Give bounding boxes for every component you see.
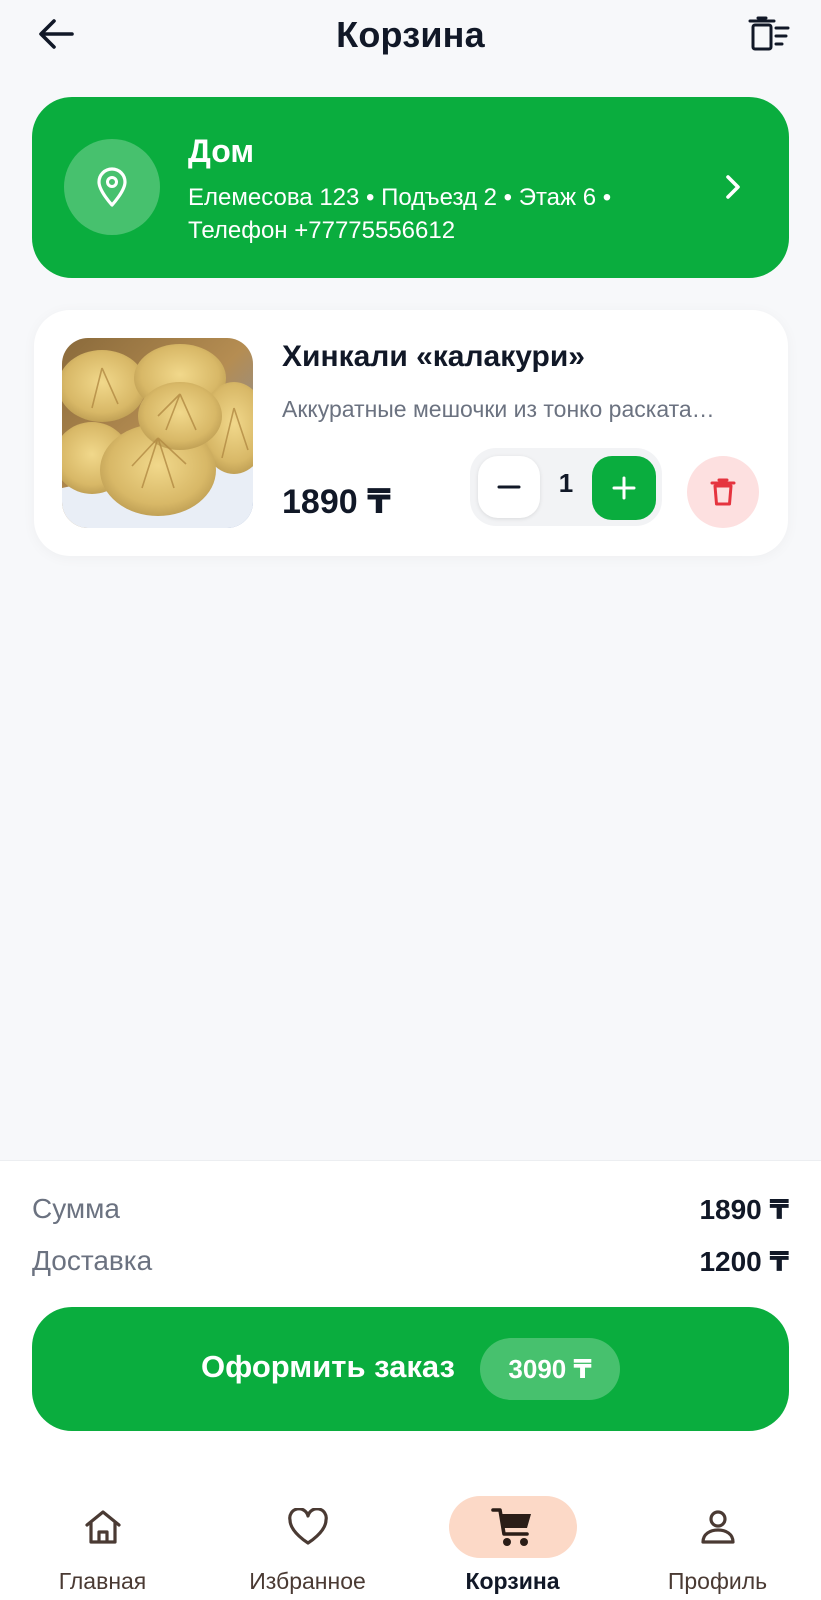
address-name: Дом xyxy=(188,133,254,169)
address-details: Елемесова 123 • Подъезд 2 • Этаж 6 • Тел… xyxy=(188,184,612,244)
nav-label-profile: Профиль xyxy=(667,1568,768,1594)
increase-quantity-button[interactable] xyxy=(592,456,656,520)
heart-icon xyxy=(287,1508,328,1545)
clear-cart-button[interactable] xyxy=(745,12,793,56)
home-icon xyxy=(84,1510,121,1544)
clear-cart-icon xyxy=(748,16,790,51)
checkout-label: Оформить заказ xyxy=(201,1349,455,1384)
nav-label-home: Главная xyxy=(58,1568,147,1594)
remove-item-button[interactable] xyxy=(687,456,759,528)
subtotal-row: Сумма 1890 ₸ xyxy=(32,1189,789,1229)
header: Корзина xyxy=(0,0,821,70)
cart-icon xyxy=(490,1508,531,1546)
bottom-navigation: Главная Избранное Корзина Профиль xyxy=(0,1480,821,1600)
nav-label-cart: Корзина xyxy=(465,1568,560,1594)
subtotal-label: Сумма xyxy=(32,1193,120,1224)
quantity-stepper: 1 xyxy=(470,448,662,526)
nav-item-profile[interactable]: Профиль xyxy=(615,1480,820,1600)
nav-item-favorites[interactable]: Избранное xyxy=(205,1480,410,1600)
nav-item-home[interactable]: Главная xyxy=(0,1480,205,1600)
product-name: Хинкали «калакури» xyxy=(282,340,585,373)
checkout-button[interactable]: Оформить заказ 3090 ₸ xyxy=(32,1307,789,1431)
delivery-address-card[interactable]: Дом Елемесова 123 • Подъезд 2 • Этаж 6 •… xyxy=(32,97,789,278)
delivery-row: Доставка 1200 ₸ xyxy=(32,1241,789,1281)
page-title: Корзина xyxy=(336,14,485,55)
location-pin-icon xyxy=(97,167,127,207)
delivery-label: Доставка xyxy=(32,1245,153,1276)
minus-icon xyxy=(497,485,521,489)
profile-icon xyxy=(700,1510,735,1544)
chevron-right-icon xyxy=(719,167,747,207)
decrease-quantity-button[interactable] xyxy=(478,456,540,518)
product-image xyxy=(62,338,253,528)
nav-label-favorites: Избранное xyxy=(249,1568,366,1594)
product-description: Аккуратные мешочки из тонко раската… xyxy=(282,396,715,422)
cart-screen: Корзина Дом Елемесова 123 • Подъезд 2 • … xyxy=(0,0,821,1600)
delivery-value: 1200 ₸ xyxy=(699,1246,789,1277)
checkout-total-badge: 3090 ₸ xyxy=(480,1338,620,1400)
nav-item-cart[interactable]: Корзина xyxy=(410,1480,615,1600)
plus-icon xyxy=(612,476,636,500)
quantity-value: 1 xyxy=(558,468,574,498)
trash-icon xyxy=(710,478,736,506)
subtotal-value: 1890 ₸ xyxy=(699,1194,789,1225)
product-price: 1890 ₸ xyxy=(282,483,391,521)
cart-item: Хинкали «калакури» Аккуратные мешочки из… xyxy=(34,310,788,556)
address-pin-badge xyxy=(64,139,160,235)
